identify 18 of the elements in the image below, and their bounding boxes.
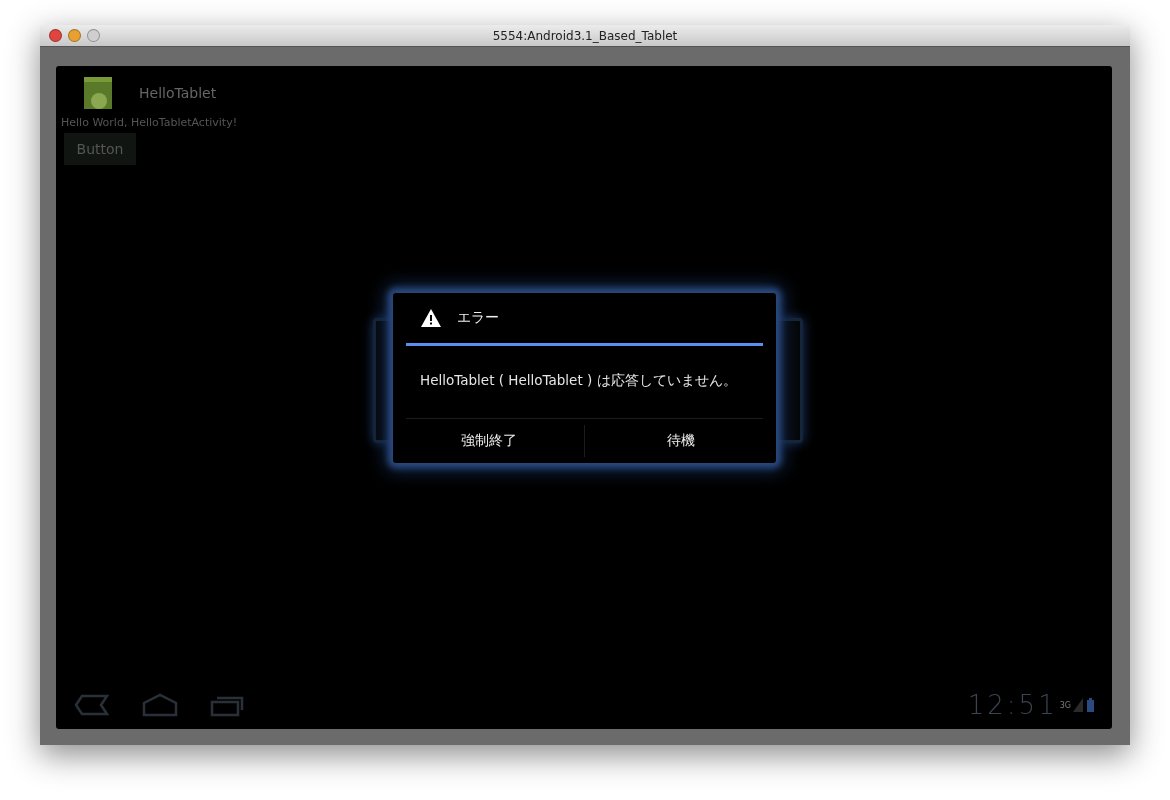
hello-text: Hello World, HelloTabletActivity! xyxy=(60,115,239,129)
battery-icon xyxy=(1087,698,1094,712)
back-icon[interactable] xyxy=(74,693,110,717)
minimize-button[interactable] xyxy=(68,29,81,42)
network-type: 3G xyxy=(1059,700,1071,710)
dialog-button[interactable]: 待機 xyxy=(584,425,776,457)
warning-icon xyxy=(421,309,441,327)
home-icon[interactable] xyxy=(142,693,178,717)
android-app-icon xyxy=(84,77,112,109)
app-title: HelloTablet xyxy=(139,85,217,101)
clock-time: 12:51 xyxy=(967,690,1058,720)
dialog-button[interactable]: 強制終了 xyxy=(393,425,584,457)
dialog-title: エラー xyxy=(457,309,499,327)
close-button[interactable] xyxy=(49,29,62,42)
dialog-message: HelloTablet ( HelloTablet ) は応答していません。 xyxy=(406,346,763,419)
zoom-button[interactable] xyxy=(87,29,100,42)
window-title: 5554:Android3.1_Based_Tablet xyxy=(492,28,679,43)
signal-icon xyxy=(1073,698,1083,712)
